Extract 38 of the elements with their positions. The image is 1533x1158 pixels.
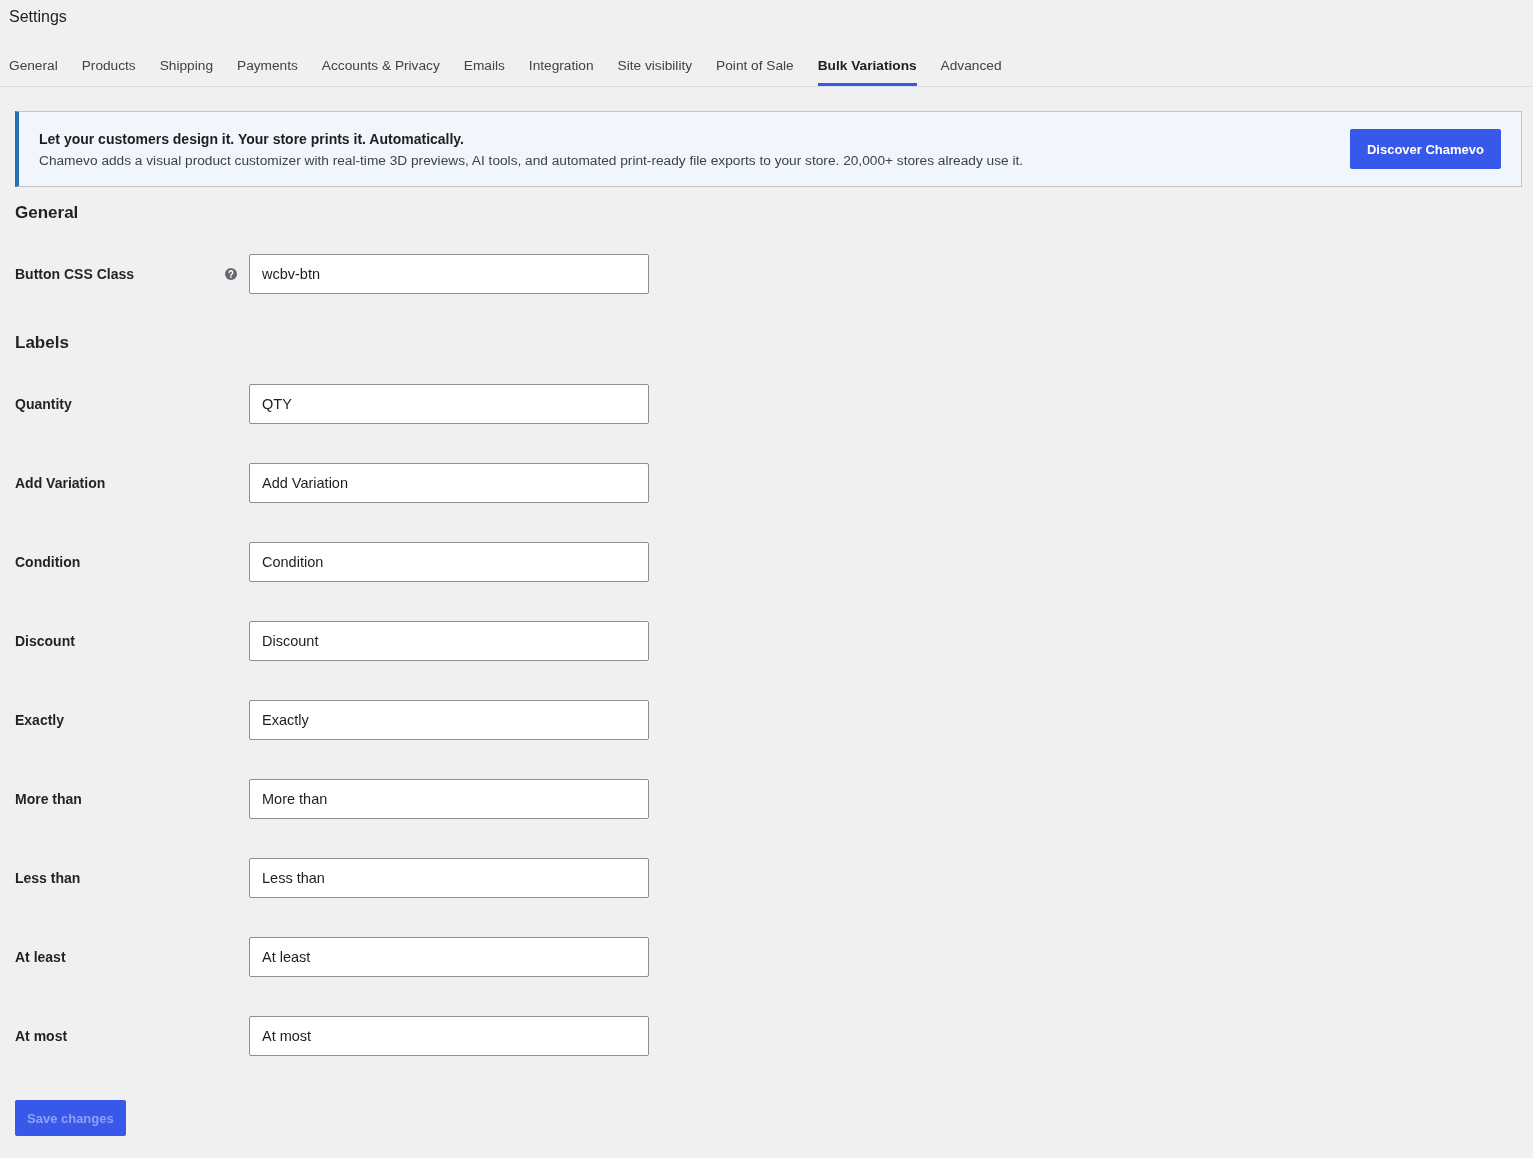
text-input[interactable]: More than [249,779,649,819]
field-label: Quantity [15,396,72,412]
settings-tab[interactable]: Accounts & Privacy [321,34,440,86]
banner-text: Chamevo adds a visual product customizer with real-time 3D previews, AI tools, and automated print-ready file exports to your store. 20,000+ stores already use it. [39,152,1024,168]
field-label: Condition [15,554,81,570]
discover-button[interactable]: Discover Chamevo [1349,129,1501,169]
settings-tab[interactable]: Shipping [159,34,213,86]
settings-tab[interactable]: Emails [463,34,505,86]
settings-tab[interactable]: Payments [237,34,298,86]
settings-tab[interactable]: Products [81,34,136,86]
settings-tab[interactable]: Site visibility [617,34,693,86]
text-input[interactable]: At least [249,937,649,977]
settings-tab[interactable]: Point of Sale [716,34,794,86]
field-label: At least [15,949,66,965]
field-label: Exactly [15,712,65,728]
field-label: At most [15,1028,68,1044]
text-input[interactable]: Add Variation [249,463,649,503]
text-input[interactable]: wcbv-btn [249,254,649,294]
settings-tab[interactable]: Bulk Variations [817,34,917,86]
field-label: Button CSS Class [15,266,134,282]
text-input[interactable]: Less than [249,858,649,898]
help-icon[interactable] [225,268,237,280]
settings-tab[interactable]: Integration [528,34,594,86]
field-label: Add Variation [15,475,106,491]
text-input[interactable]: Condition [249,542,649,582]
field-label: Less than [15,870,81,886]
field-label: Discount [15,633,75,649]
field-label: More than [15,791,82,807]
text-input[interactable]: QTY [249,384,649,424]
text-input[interactable]: Discount [249,621,649,661]
text-input[interactable]: At most [249,1016,649,1056]
text-input[interactable]: Exactly [249,700,649,740]
settings-tab[interactable]: Advanced [940,34,1002,86]
section-heading: General [15,202,79,224]
page-title: Settings [9,7,67,27]
settings-tab[interactable]: General [9,34,58,86]
banner-heading: Let your customers design it. Your store prints it. Automatically. [39,130,465,147]
section-heading: Labels [15,332,69,354]
